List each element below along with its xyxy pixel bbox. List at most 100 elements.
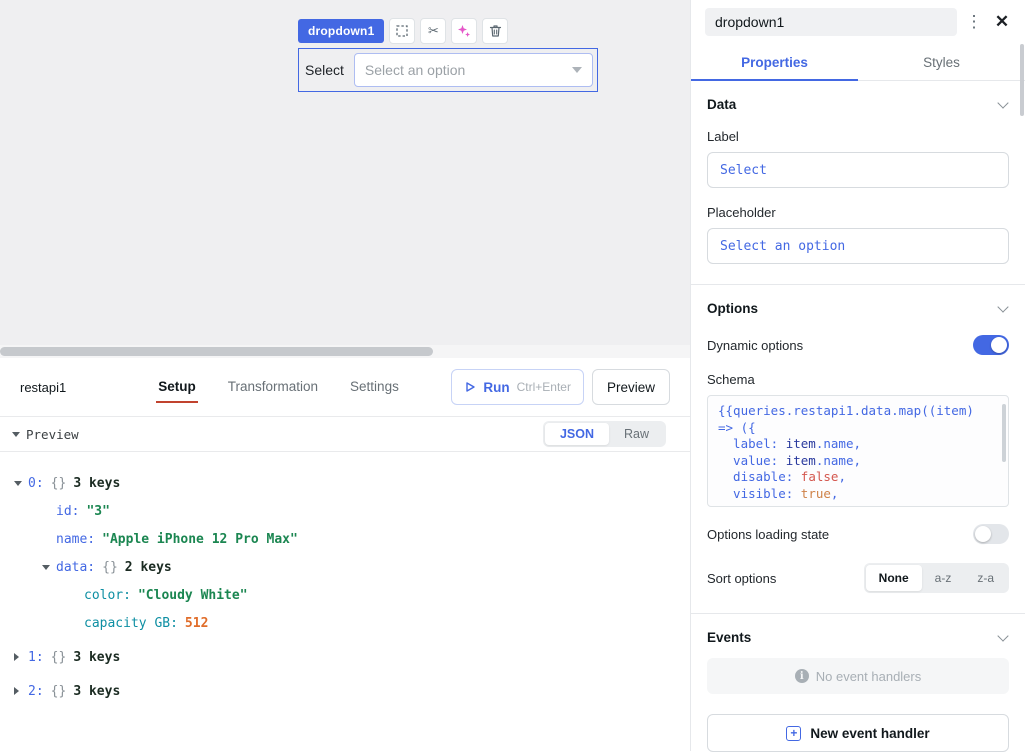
code-token: false — [801, 469, 839, 484]
collapsed-caret-icon[interactable] — [14, 653, 19, 661]
cut-button[interactable]: ✂ — [420, 18, 446, 44]
plus-icon: + — [786, 726, 801, 741]
dynamic-options-label: Dynamic options — [707, 338, 803, 353]
json-preview-tree: 0: {} 3 keys id: "3" name: "Apple iPhone… — [0, 452, 690, 700]
placeholder-value-input[interactable]: Select an option — [707, 228, 1009, 264]
toggle-knob — [991, 337, 1007, 353]
run-label: Run — [483, 380, 509, 395]
ai-assist-button[interactable] — [451, 18, 477, 44]
run-query-button[interactable]: Run Ctrl+Enter — [451, 369, 584, 405]
canvas-horizontal-scrollbar[interactable] — [0, 345, 690, 358]
label-field-label: Label — [707, 129, 1009, 144]
collapsed-caret-icon[interactable] — [14, 687, 19, 695]
trash-icon — [489, 24, 502, 38]
section-events-header[interactable]: Events — [707, 630, 1009, 645]
empty-events-text: No event handlers — [816, 669, 922, 684]
query-panel-header: restapi1 Setup Transformation Settings R… — [0, 358, 690, 416]
inspector-body: Data Label Select Placeholder Select an … — [691, 81, 1025, 752]
dropdown-widget-selected[interactable]: Select Select an option — [298, 48, 598, 92]
section-data-header[interactable]: Data — [707, 97, 1009, 112]
code-scrollbar[interactable] — [1002, 404, 1006, 462]
chevron-down-icon[interactable] — [997, 301, 1008, 312]
query-actions: Run Ctrl+Enter Preview — [451, 369, 670, 405]
code-token: visible: — [718, 486, 801, 501]
keys-count: 3 keys — [73, 684, 120, 699]
new-event-handler-label: New event handler — [810, 726, 929, 741]
section-options-header[interactable]: Options — [707, 301, 1009, 316]
label-value-input[interactable]: Select — [707, 152, 1009, 188]
toggle-json[interactable]: JSON — [545, 423, 609, 445]
code-token: => ({ — [718, 420, 756, 435]
select-parent-button[interactable] — [389, 18, 415, 44]
preview-query-button[interactable]: Preview — [592, 369, 670, 405]
tree-value: "Cloudy White" — [138, 588, 248, 603]
kebab-menu-icon[interactable]: ⋮ — [965, 12, 983, 32]
preview-bar: Preview JSON Raw — [0, 416, 690, 452]
expand-caret-icon[interactable] — [14, 481, 22, 486]
scrollbar-thumb[interactable] — [0, 347, 433, 356]
schema-code-editor[interactable]: {{queries.restapi1.data.map((item) => ({… — [707, 395, 1009, 507]
tree-key: 2: — [28, 684, 44, 699]
sort-none-button[interactable]: None — [866, 565, 922, 591]
query-tabs: Setup Transformation Settings — [156, 371, 401, 403]
new-event-handler-button[interactable]: + New event handler — [707, 714, 1009, 752]
section-title: Data — [707, 97, 736, 112]
panel-vertical-scrollbar[interactable] — [1020, 44, 1024, 116]
sort-az-button[interactable]: a-z — [922, 565, 965, 591]
widget-name-input[interactable] — [705, 8, 957, 36]
tab-styles[interactable]: Styles — [858, 44, 1025, 81]
section-title: Options — [707, 301, 758, 316]
sort-za-button[interactable]: z-a — [964, 565, 1007, 591]
dropdown-widget-control[interactable]: Select an option — [354, 53, 593, 87]
toggle-raw[interactable]: Raw — [609, 423, 664, 445]
tree-key: data: — [56, 560, 95, 575]
widget-toolbar: dropdown1 ✂ — [298, 18, 508, 44]
code-token: , — [831, 486, 839, 501]
dropdown-widget-label: Select — [305, 62, 344, 78]
code-token: .name, — [816, 453, 861, 468]
code-token: disable: — [718, 469, 801, 484]
delete-widget-button[interactable] — [482, 18, 508, 44]
expand-caret-icon[interactable] — [42, 565, 50, 570]
section-title: Events — [707, 630, 751, 645]
section-divider — [691, 613, 1025, 614]
tree-key: id: — [56, 504, 79, 519]
app-canvas[interactable]: dropdown1 ✂ — [0, 0, 690, 345]
info-icon: i — [795, 669, 809, 683]
object-brace: {} — [51, 684, 67, 699]
chevron-down-icon[interactable] — [997, 630, 1008, 641]
chevron-down-icon[interactable] — [997, 97, 1008, 108]
tree-row[interactable]: id: "3" — [10, 502, 680, 520]
object-brace: {} — [102, 560, 118, 575]
keys-count: 2 keys — [125, 560, 172, 575]
keys-count: 3 keys — [73, 476, 120, 491]
tab-properties[interactable]: Properties — [691, 44, 858, 81]
object-brace: {} — [51, 650, 67, 665]
tree-value: 512 — [185, 616, 208, 631]
tab-transformation[interactable]: Transformation — [226, 371, 320, 403]
tree-row[interactable]: name: "Apple iPhone 12 Pro Max" — [10, 530, 680, 548]
preview-section-toggle[interactable]: Preview — [10, 427, 79, 442]
inspector-header: ⋮ ✕ — [691, 0, 1025, 36]
tab-setup[interactable]: Setup — [156, 371, 198, 403]
dynamic-options-toggle[interactable] — [973, 335, 1009, 355]
options-loading-toggle[interactable] — [973, 524, 1009, 544]
chevron-down-icon — [572, 67, 582, 73]
close-icon[interactable]: ✕ — [991, 12, 1013, 32]
toggle-knob — [975, 526, 991, 542]
tree-row[interactable]: 2: {} 3 keys — [10, 682, 680, 700]
tree-row[interactable]: color: "Cloudy White" — [10, 586, 680, 604]
code-token: item — [786, 453, 816, 468]
play-icon — [464, 381, 476, 393]
tree-row[interactable]: 0: {} 3 keys — [10, 474, 680, 492]
dropdown-placeholder-text: Select an option — [365, 62, 465, 78]
tree-row[interactable]: capacity GB: 512 — [10, 614, 680, 632]
options-loading-label: Options loading state — [707, 527, 829, 542]
tree-row[interactable]: 1: {} 3 keys — [10, 648, 680, 666]
query-name[interactable]: restapi1 — [20, 380, 66, 395]
widget-name-badge[interactable]: dropdown1 — [298, 19, 384, 43]
tree-key: name: — [56, 532, 95, 547]
tree-row[interactable]: data: {} 2 keys — [10, 558, 680, 576]
tab-settings[interactable]: Settings — [348, 371, 401, 403]
code-token: .name, — [816, 436, 861, 451]
